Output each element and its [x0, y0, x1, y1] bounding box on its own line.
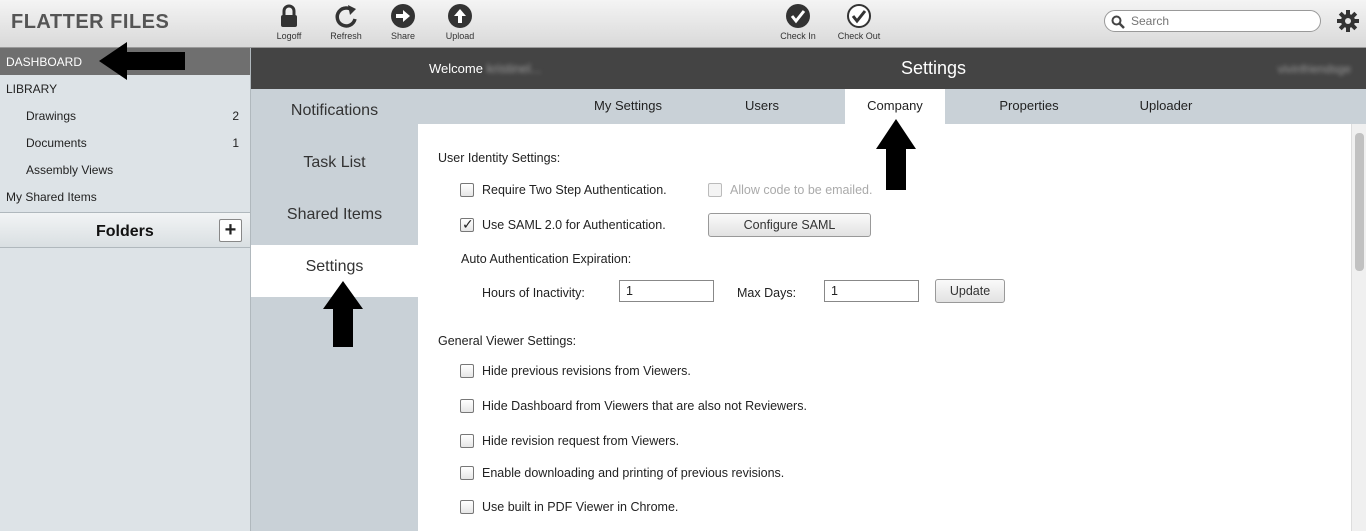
allow-email-label: Allow code to be emailed. [730, 183, 873, 197]
arrow-up-icon [448, 4, 472, 28]
viewer-option-label: Use built in PDF Viewer in Chrome. [482, 500, 679, 514]
page-title: Settings [901, 58, 967, 78]
tab-my-settings[interactable]: My Settings [578, 89, 678, 124]
sidebar-item-label: Assembly Views [26, 163, 114, 177]
share-button[interactable]: Share [378, 3, 428, 41]
refresh-label: Refresh [330, 31, 362, 41]
upload-button[interactable]: Upload [435, 3, 485, 41]
search-input[interactable] [1131, 13, 1311, 29]
sidebar-item-documents[interactable]: Documents 1 [0, 129, 250, 156]
folders-header: Folders + [0, 212, 250, 248]
hide-revisions-checkbox[interactable] [460, 364, 474, 378]
max-days-label: Max Days: [737, 286, 797, 300]
welcome-username: kristinel... [486, 61, 542, 76]
checkmark-circle-icon [786, 4, 810, 28]
sidebar-item-my-shared-items[interactable]: My Shared Items [0, 183, 250, 210]
sidebar-item-count: 1 [232, 136, 239, 150]
checkmark-outline-icon [847, 4, 871, 28]
annotation-arrow-up-icon [876, 119, 916, 190]
add-folder-button[interactable]: + [219, 219, 242, 242]
folders-label: Folders [96, 223, 154, 240]
nav-task-list[interactable]: Task List [251, 141, 418, 193]
app-logo: FLATTER FILES [11, 11, 170, 33]
annotation-arrow-up-icon [323, 281, 363, 347]
nav-shared-items[interactable]: Shared Items [251, 193, 418, 245]
hours-input[interactable]: 1 [619, 280, 714, 302]
use-saml-checkbox[interactable]: ✓ [460, 216, 474, 232]
hide-dashboard-checkbox[interactable] [460, 399, 474, 413]
refresh-icon [335, 5, 357, 28]
tab-properties[interactable]: Properties [984, 89, 1074, 124]
logoff-label: Logoff [276, 31, 302, 41]
pdf-viewer-checkbox[interactable] [460, 500, 474, 514]
two-step-label: Require Two Step Authentication. [482, 183, 667, 197]
configure-saml-button[interactable]: Configure SAML [708, 213, 871, 237]
upload-label: Upload [445, 31, 475, 41]
account-name[interactable]: vivinfriendsge [1278, 62, 1351, 76]
hours-label: Hours of Inactivity: [482, 286, 585, 300]
sidebar-item-label: LIBRARY [6, 82, 58, 96]
auto-expiration-heading: Auto Authentication Expiration: [461, 252, 632, 266]
check-out-button[interactable]: Check Out [834, 3, 884, 41]
viewer-heading: General Viewer Settings: [438, 334, 577, 348]
hide-revision-request-checkbox[interactable] [460, 434, 474, 448]
tab-users[interactable]: Users [718, 89, 806, 124]
viewer-option-label: Hide previous revisions from Viewers. [482, 364, 691, 378]
sidebar: DASHBOARD LIBRARY Drawings 2 Documents 1… [0, 48, 251, 531]
welcome-label: Welcome [429, 61, 483, 76]
use-saml-label: Use SAML 2.0 for Authentication. [482, 218, 666, 232]
annotation-arrow-left-icon [99, 42, 185, 80]
viewer-option-label: Hide revision request from Viewers. [482, 434, 680, 448]
gear-icon[interactable] [1337, 10, 1359, 32]
sidebar-item-label: Drawings [26, 109, 77, 123]
nav-notifications[interactable]: Notifications [251, 89, 418, 141]
search-icon [1111, 15, 1125, 29]
sidebar-item-label: My Shared Items [6, 190, 97, 204]
sidebar-item-assembly-views[interactable]: Assembly Views [0, 156, 250, 183]
update-button[interactable]: Update [935, 279, 1005, 303]
tab-uploader[interactable]: Uploader [1118, 89, 1214, 124]
scrollbar-thumb[interactable] [1355, 133, 1364, 271]
allow-email-checkbox[interactable] [708, 183, 722, 197]
sidebar-item-drawings[interactable]: Drawings 2 [0, 102, 250, 129]
viewer-option-label: Enable downloading and printing of previ… [482, 466, 785, 480]
checkmark-icon: ✓ [462, 216, 474, 232]
sidebar-item-count: 2 [232, 109, 239, 123]
identity-heading: User Identity Settings: [438, 151, 561, 165]
refresh-button[interactable]: Refresh [321, 3, 371, 41]
lock-icon [281, 4, 297, 27]
check-in-button[interactable]: Check In [773, 3, 823, 41]
max-days-input[interactable]: 1 [824, 280, 919, 302]
enable-downloading-checkbox[interactable] [460, 466, 474, 480]
page-header: Welcome kristinel... Settings vivinfrien… [251, 48, 1366, 89]
top-toolbar: FLATTER FILES Logoff Refresh Share Uploa… [0, 0, 1366, 48]
sidebar-item-label: Documents [26, 136, 87, 150]
welcome-text: Welcome kristinel... [429, 61, 541, 76]
search-box[interactable] [1104, 10, 1321, 32]
content-scrollbar[interactable] [1351, 124, 1366, 531]
two-step-checkbox[interactable] [460, 183, 474, 197]
logoff-button[interactable]: Logoff [264, 3, 314, 41]
check-in-label: Check In [780, 31, 816, 41]
share-label: Share [390, 31, 416, 41]
arrow-right-icon [391, 4, 415, 28]
viewer-option-label: Hide Dashboard from Viewers that are als… [482, 399, 807, 413]
check-out-label: Check Out [837, 31, 881, 41]
